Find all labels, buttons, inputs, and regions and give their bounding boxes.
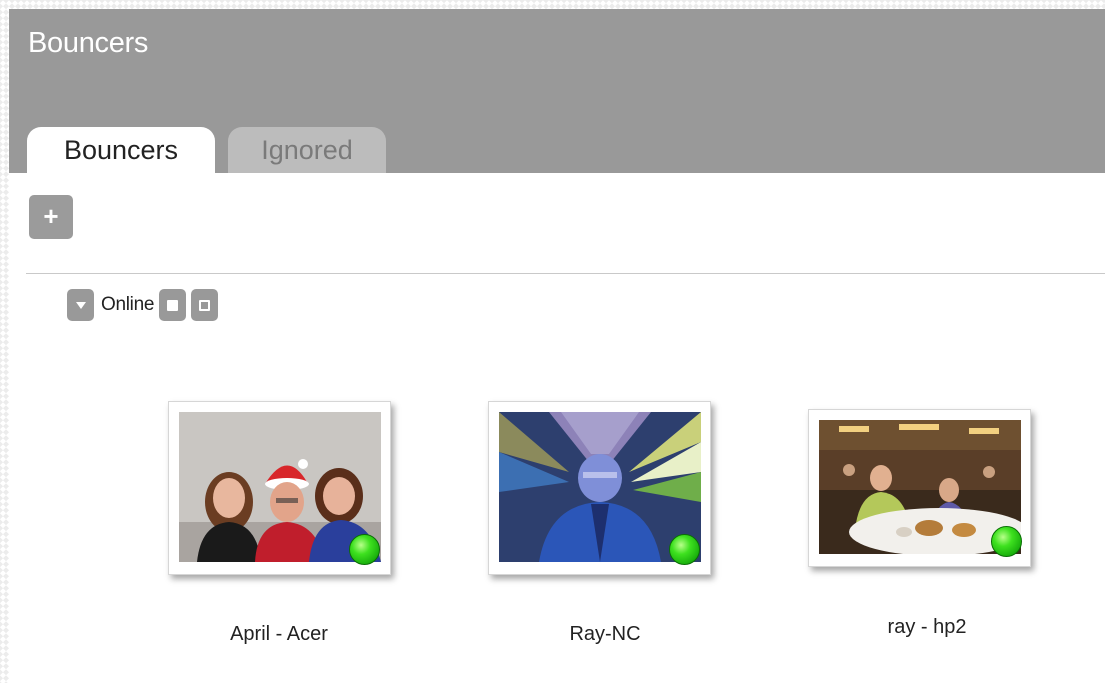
group-header-online: Online — [67, 289, 219, 321]
add-bouncer-button[interactable]: + — [29, 195, 73, 239]
bouncer-name: ray - hp2 — [887, 616, 967, 638]
bouncer-name: April - Acer — [230, 623, 328, 645]
bouncers-panel: Bouncers Bouncers Ignored + Online April… — [9, 9, 1105, 683]
online-status-icon — [991, 526, 1022, 557]
small-square-icon — [199, 300, 211, 311]
online-status-icon — [349, 534, 380, 565]
chevron-down-icon — [76, 302, 86, 309]
bouncer-card-ray-hp2[interactable] — [808, 409, 1031, 567]
online-status-icon — [669, 534, 700, 565]
tab-bouncers[interactable]: Bouncers — [27, 127, 215, 173]
small-icons-view-button[interactable] — [191, 289, 219, 321]
collapse-group-button[interactable] — [67, 289, 94, 321]
group-label: Online — [101, 294, 155, 315]
bouncer-name: Ray-NC — [569, 623, 641, 645]
tab-ignored[interactable]: Ignored — [228, 127, 386, 173]
header-bar: Bouncers Bouncers Ignored — [9, 9, 1105, 173]
bouncer-photo — [499, 412, 701, 562]
bouncer-card-april-acer[interactable] — [168, 401, 391, 575]
divider — [26, 273, 1105, 274]
bouncer-photo — [819, 420, 1021, 554]
page-title: Bouncers — [28, 27, 149, 59]
large-square-icon — [167, 300, 179, 311]
large-icons-view-button[interactable] — [159, 289, 187, 321]
bouncer-photo — [179, 412, 381, 562]
bouncer-card-ray-nc[interactable] — [488, 401, 711, 575]
